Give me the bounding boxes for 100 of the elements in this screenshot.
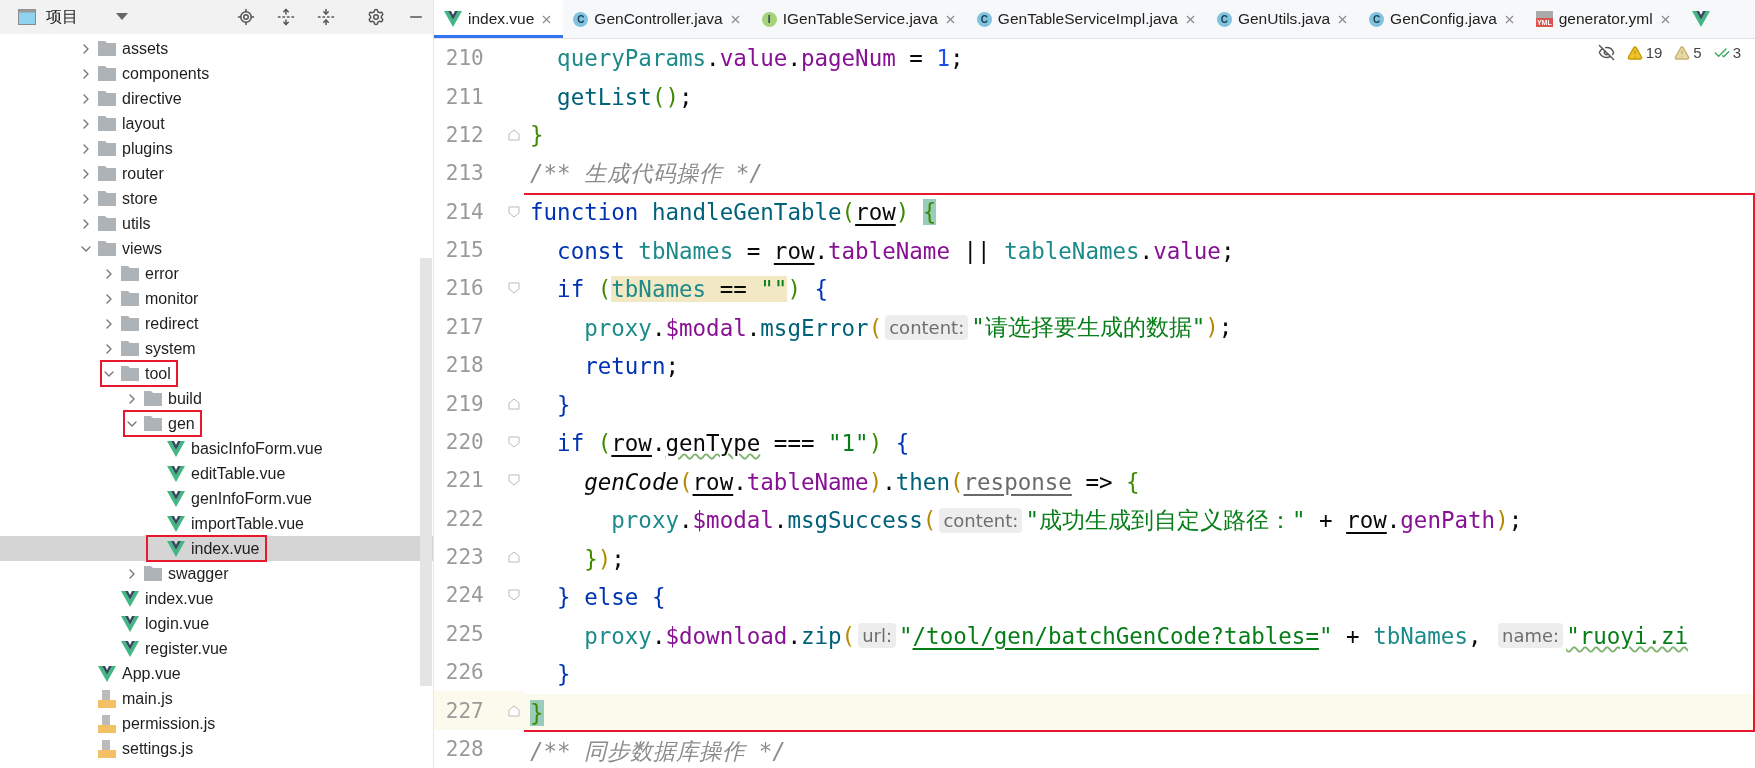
vue-file-icon: [167, 490, 185, 507]
editor-tab[interactable]: C GenController.java: [563, 0, 752, 38]
editor-tab[interactable]: C GenUtils.java: [1206, 0, 1360, 38]
line-number: 226: [444, 660, 484, 685]
fold-marker-icon[interactable]: [508, 474, 520, 487]
tree-item-label: components: [122, 64, 210, 83]
tree-item[interactable]: basicInfoForm.vue: [0, 436, 433, 461]
tree-item[interactable]: App.vue: [0, 661, 433, 686]
editor-tab[interactable]: C GenConfig.java: [1359, 0, 1526, 38]
fold-marker-icon[interactable]: [508, 128, 520, 141]
tree-item[interactable]: gen: [0, 411, 433, 436]
fold-marker-icon[interactable]: [508, 435, 520, 448]
code-text: if (tbNames == "") {: [556, 276, 829, 303]
line-number: 220: [444, 429, 484, 454]
tree-item-label: build: [168, 389, 202, 408]
tree-item[interactable]: store: [0, 186, 433, 211]
folder-icon: [98, 91, 116, 106]
tree-item[interactable]: router: [0, 161, 433, 186]
settings-icon[interactable]: [367, 8, 385, 26]
code-text: "ruoyi.zi: [1566, 622, 1689, 649]
folder-icon: [98, 241, 116, 256]
tree-item[interactable]: settings.js: [0, 736, 433, 761]
line-number: 224: [444, 583, 484, 608]
tree-item[interactable]: genInfoForm.vue: [0, 486, 433, 511]
tree-item[interactable]: plugins: [0, 136, 433, 161]
tree-item[interactable]: monitor: [0, 286, 433, 311]
dropdown-caret-icon[interactable]: [116, 13, 128, 21]
code-text: queryParams.value.pageNum = 1;: [556, 45, 964, 72]
inspection-count[interactable]: 5: [1693, 44, 1702, 61]
folder-icon: [144, 416, 162, 431]
class-icon: C: [573, 11, 589, 27]
fold-marker-icon[interactable]: [508, 282, 520, 295]
fold-marker-icon[interactable]: [508, 551, 520, 564]
inspection-count[interactable]: 19: [1645, 44, 1663, 61]
warning-icon: [1674, 44, 1691, 61]
tree-item-label: gen: [168, 414, 195, 433]
line-number: 221: [444, 468, 484, 493]
inspection-count[interactable]: 3: [1732, 44, 1741, 61]
folder-icon: [98, 166, 116, 181]
tree-item-label: system: [145, 339, 196, 358]
vue-file-icon: [121, 640, 139, 657]
tree-item[interactable]: build: [0, 386, 433, 411]
code-text: function handleGenTable(row) {: [530, 199, 937, 226]
tree-item[interactable]: redirect: [0, 311, 433, 336]
tree-item[interactable]: register.vue: [0, 636, 433, 661]
editor-tab[interactable]: I IGenTableService.java: [751, 0, 967, 38]
tree-item[interactable]: directive: [0, 86, 433, 111]
tree-item-label: genInfoForm.vue: [191, 489, 312, 508]
tree-item[interactable]: error: [0, 261, 433, 286]
line-number: 222: [444, 506, 484, 531]
tree-item[interactable]: system: [0, 336, 433, 361]
tree-item[interactable]: layout: [0, 111, 433, 136]
collapse-all-icon[interactable]: [317, 8, 335, 26]
js-file-icon: [98, 689, 116, 708]
code-text: }: [556, 661, 571, 688]
tree-item[interactable]: importTable.vue: [0, 511, 433, 536]
fold-marker-icon[interactable]: [508, 397, 520, 410]
editor-tab[interactable]: index.vue: [434, 0, 564, 38]
expand-all-icon[interactable]: [277, 8, 295, 26]
fold-marker-icon[interactable]: [508, 589, 520, 602]
code-text: });: [583, 545, 625, 572]
line-number: 228: [444, 736, 484, 761]
tree-item[interactable]: main.js: [0, 686, 433, 711]
line-number: 223: [444, 545, 484, 570]
tree-item-label: editTable.vue: [191, 464, 286, 483]
tree-item[interactable]: swagger: [0, 561, 433, 586]
tree-item[interactable]: utils: [0, 211, 433, 236]
eye-off-icon[interactable]: [1597, 44, 1615, 61]
tree-item-label: assets: [122, 39, 169, 58]
vue-file-icon: [167, 515, 185, 532]
line-number: 214: [444, 199, 484, 224]
tree-item-label: plugins: [122, 139, 173, 158]
code-text: }: [530, 699, 544, 726]
tree-item[interactable]: login.vue: [0, 611, 433, 636]
tree-item[interactable]: views: [0, 236, 433, 261]
tree-item[interactable]: assets: [0, 36, 433, 61]
class-icon: C: [1369, 11, 1385, 27]
editor-tab[interactable]: C GenTableServiceImpl.java: [966, 0, 1207, 38]
line-number: 217: [444, 314, 484, 339]
tree-item[interactable]: components: [0, 61, 433, 86]
line-number: 212: [444, 122, 484, 147]
tree-item[interactable]: index.vue: [0, 536, 433, 561]
fold-marker-icon[interactable]: [508, 205, 520, 218]
tree-item-label: main.js: [122, 689, 173, 708]
tree-item-label: store: [122, 189, 158, 208]
interface-icon: I: [761, 11, 777, 27]
panel-icon: [18, 9, 36, 25]
tree-item[interactable]: permission.js: [0, 711, 433, 736]
locate-icon[interactable]: [237, 8, 255, 26]
folder-icon: [121, 341, 139, 356]
tree-item[interactable]: editTable.vue: [0, 461, 433, 486]
vue-file-icon: [98, 665, 116, 682]
fold-marker-icon[interactable]: [508, 704, 520, 717]
inlay-hint: content:: [939, 507, 1023, 533]
tree-item[interactable]: tool: [0, 361, 433, 386]
tree-item[interactable]: index.vue: [0, 586, 433, 611]
tree-item-label: basicInfoForm.vue: [191, 439, 323, 458]
code-text: "成功生成到自定义路径：" + row.genPath);: [1025, 505, 1523, 535]
scrollbar[interactable]: [420, 258, 432, 686]
vue-file-icon: [121, 615, 139, 632]
